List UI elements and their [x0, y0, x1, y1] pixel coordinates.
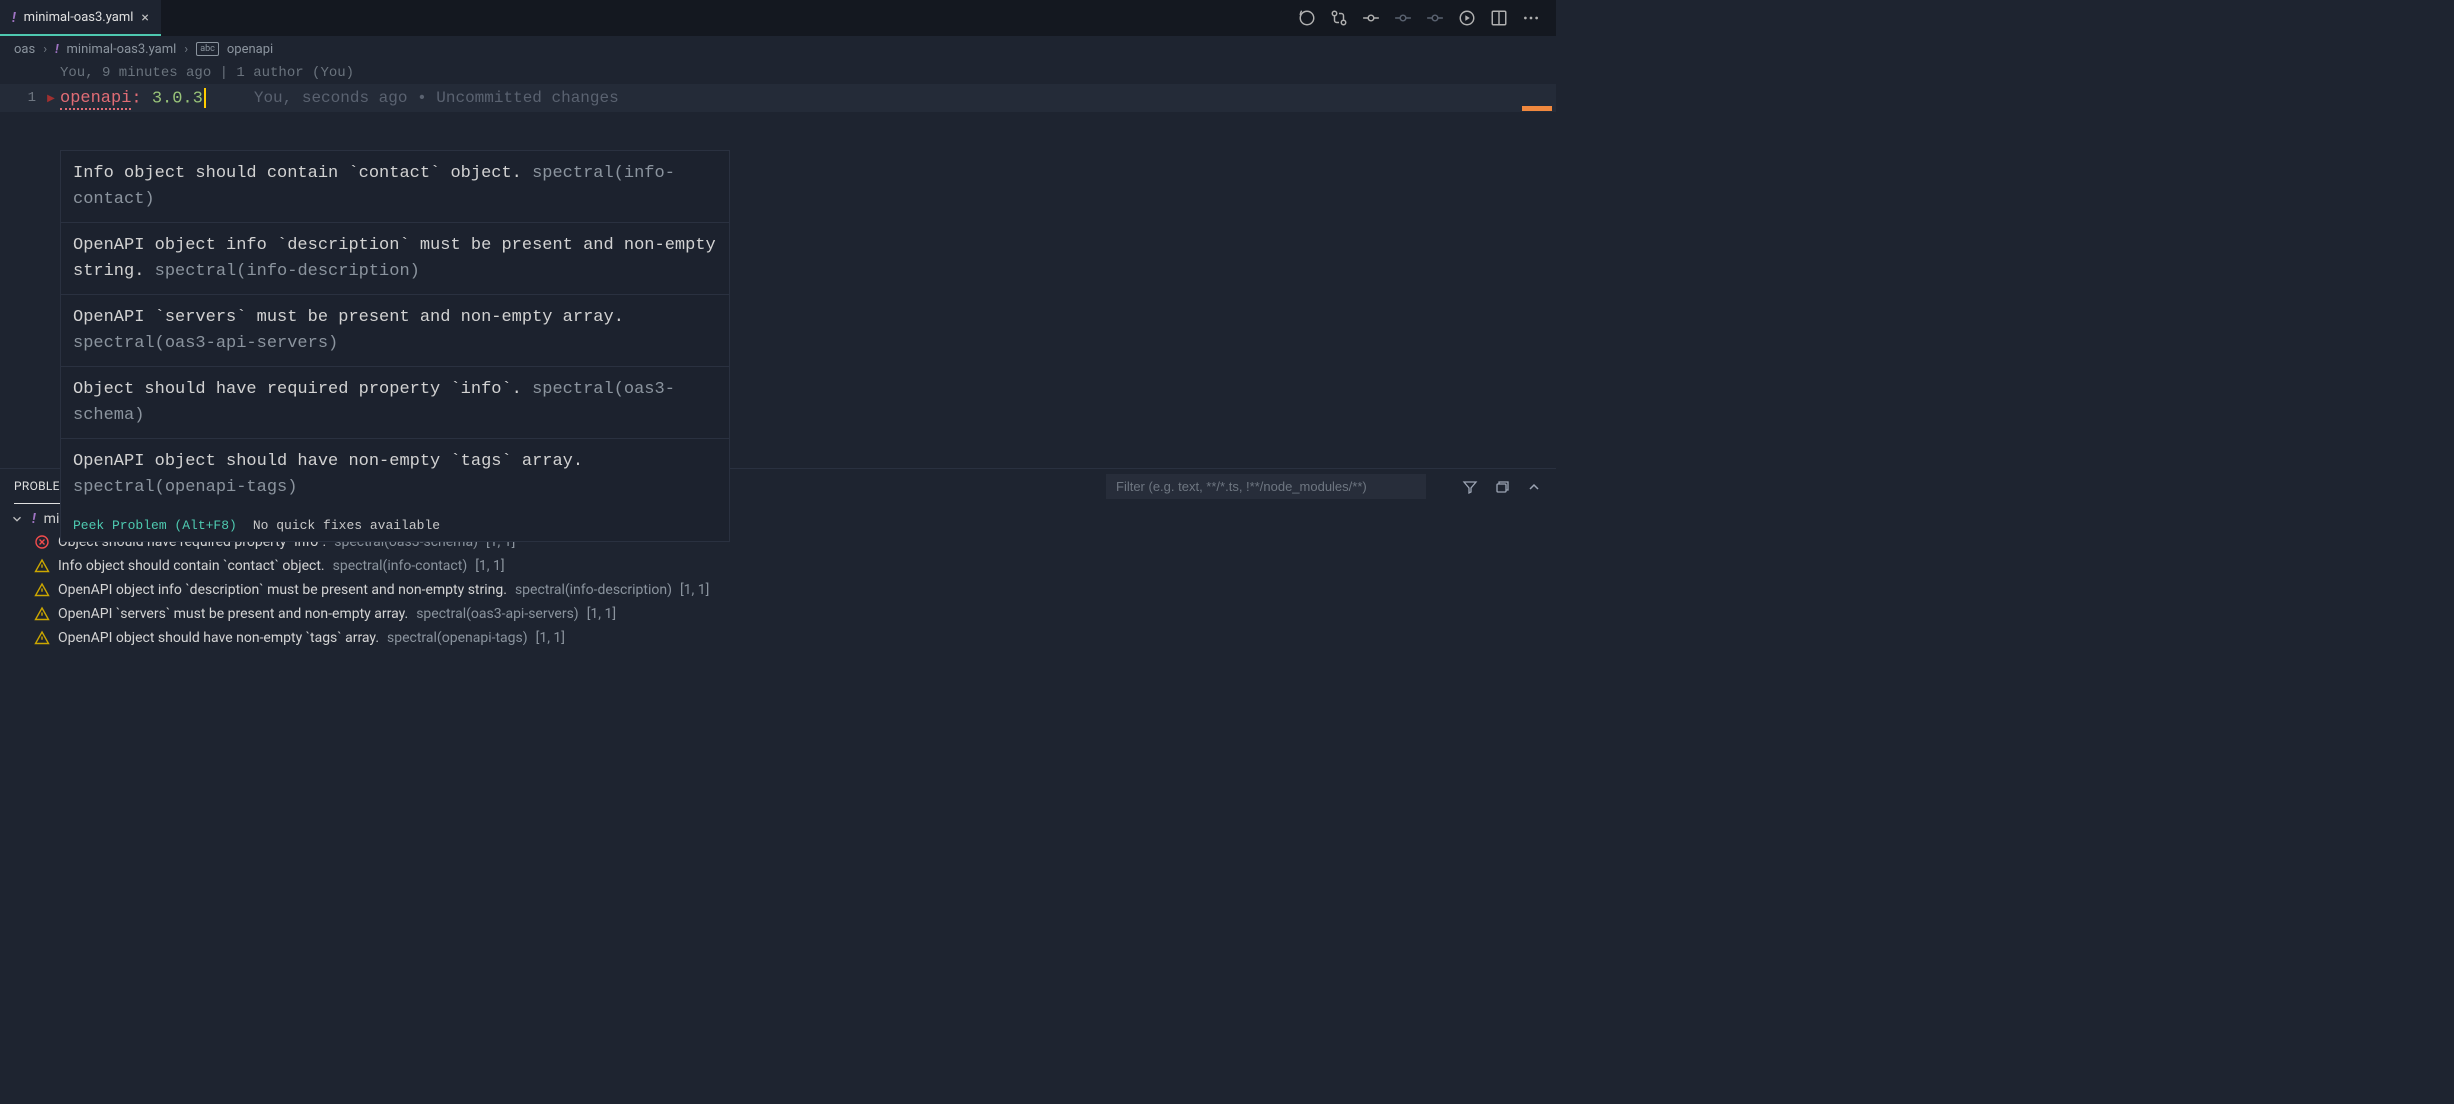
problem-location: [1, 1] [680, 582, 709, 598]
breadcrumb-root[interactable]: oas [14, 42, 35, 57]
breadcrumb-file[interactable]: minimal-oas3.yaml [67, 42, 177, 57]
collapse-all-icon[interactable] [1494, 479, 1510, 495]
breadcrumb-separator-icon: › [184, 42, 188, 57]
yaml-file-icon: ! [12, 10, 16, 26]
git-codelens[interactable]: You, 9 minutes ago | 1 author (You) [0, 62, 1556, 84]
editor-area: You, 9 minutes ago | 1 author (You) 1 ▶ … [0, 62, 1556, 468]
problem-source: spectral(oas3-api-servers) [416, 606, 579, 622]
problem-row[interactable]: Info object should contain `contact` obj… [10, 554, 1546, 578]
problem-source: spectral(info-contact) [333, 558, 468, 574]
inline-git-blame: You, seconds ago • Uncommitted changes [254, 89, 619, 107]
hover-diagnostic-text: Object should have required property `in… [73, 380, 532, 399]
breadcrumb-separator-icon: › [43, 42, 47, 57]
tab-bar: ! minimal-oas3.yaml × [0, 0, 1556, 36]
symbol-string-icon: abc [196, 42, 219, 56]
problem-row[interactable]: OpenAPI `servers` must be present and no… [10, 602, 1546, 626]
fold-gutter-icon[interactable]: ▶ [42, 93, 60, 104]
warning-icon [34, 558, 50, 574]
yaml-key-token: openapi [60, 89, 131, 110]
hover-diagnostic-row[interactable]: Object should have required property `in… [61, 367, 729, 439]
run-icon[interactable] [1458, 9, 1476, 27]
more-icon[interactable] [1522, 9, 1540, 27]
git-commit-icon[interactable] [1362, 9, 1380, 27]
problem-source: spectral(info-description) [515, 582, 672, 598]
hover-diagnostic-row[interactable]: OpenAPI object info `description` must b… [61, 223, 729, 295]
timeline-icon[interactable] [1298, 9, 1316, 27]
problem-location: [1, 1] [587, 606, 616, 622]
problem-location: [1, 1] [536, 630, 565, 646]
split-editor-icon[interactable] [1490, 9, 1508, 27]
hover-diagnostic-text: OpenAPI `servers` must be present and no… [73, 308, 624, 327]
git-compare-icon[interactable] [1330, 9, 1348, 27]
problem-location: [1, 1] [475, 558, 504, 574]
breadcrumb-symbol[interactable]: openapi [227, 42, 273, 57]
tab-active-underline [0, 34, 161, 36]
problem-row[interactable]: OpenAPI object info `description` must b… [10, 578, 1546, 602]
problem-message: OpenAPI `servers` must be present and no… [58, 606, 408, 622]
code-line-content[interactable]: openapi: 3.0.3 [60, 88, 206, 108]
close-icon[interactable]: × [141, 10, 148, 26]
peek-problem-link[interactable]: Peek Problem (Alt+F8) [73, 518, 237, 533]
hover-diagnostic-row[interactable]: Info object should contain `contact` obj… [61, 151, 729, 223]
filter-icon[interactable] [1462, 479, 1478, 495]
error-icon [34, 534, 50, 550]
hover-diagnostic-source: spectral(oas3-api-servers) [73, 334, 338, 353]
warning-icon [34, 606, 50, 622]
problem-row[interactable]: OpenAPI object should have non-empty `ta… [10, 626, 1546, 650]
hover-diagnostic-row[interactable]: OpenAPI `servers` must be present and no… [61, 295, 729, 367]
yaml-file-icon: ! [32, 511, 36, 527]
yaml-value-token: 3.0.3 [142, 89, 203, 108]
problem-message: Info object should contain `contact` obj… [58, 558, 325, 574]
overview-ruler-marker[interactable] [1522, 106, 1552, 111]
tab-filename: minimal-oas3.yaml [24, 10, 134, 25]
hover-diagnostic-text: OpenAPI object should have non-empty `ta… [73, 452, 583, 471]
yaml-colon-token: : [131, 89, 141, 108]
line-number: 1 [0, 90, 42, 106]
no-quick-fix-label: No quick fixes available [253, 518, 440, 533]
problems-filter-input[interactable] [1106, 474, 1426, 499]
problem-source: spectral(openapi-tags) [387, 630, 528, 646]
code-editor[interactable]: You, 9 minutes ago | 1 author (You) 1 ▶ … [0, 62, 1556, 112]
warning-icon [34, 582, 50, 598]
problem-message: OpenAPI object should have non-empty `ta… [58, 630, 379, 646]
problem-message: OpenAPI object info `description` must b… [58, 582, 507, 598]
text-cursor [204, 88, 206, 108]
git-commit-disabled2-icon[interactable] [1426, 9, 1444, 27]
hover-diagnostic-text: Info object should contain `contact` obj… [73, 164, 532, 183]
hover-tooltip: Info object should contain `contact` obj… [60, 150, 730, 542]
hover-diagnostic-row[interactable]: OpenAPI object should have non-empty `ta… [61, 439, 729, 510]
panel-actions [1462, 479, 1542, 495]
hover-diagnostic-source: spectral(info-description) [155, 262, 420, 281]
breadcrumb[interactable]: oas › ! minimal-oas3.yaml › abc openapi [0, 36, 1556, 62]
editor-tab[interactable]: ! minimal-oas3.yaml × [0, 0, 161, 36]
hover-diagnostic-source: spectral(openapi-tags) [73, 478, 297, 497]
editor-actions [1298, 9, 1556, 27]
warning-icon [34, 630, 50, 646]
git-commit-disabled-icon[interactable] [1394, 9, 1412, 27]
chevron-down-icon[interactable] [10, 512, 24, 526]
hover-footer: Peek Problem (Alt+F8) No quick fixes ava… [61, 510, 729, 541]
yaml-file-icon: ! [55, 42, 58, 57]
chevron-up-icon[interactable] [1526, 479, 1542, 495]
